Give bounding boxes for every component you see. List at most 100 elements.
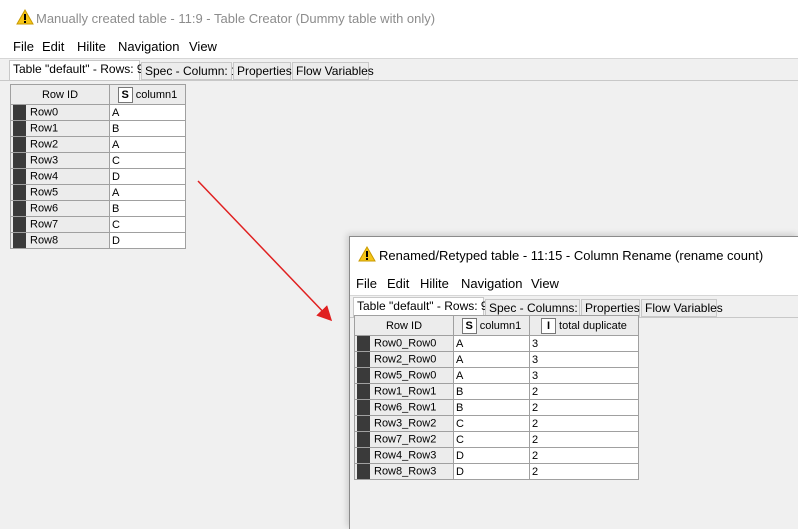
- menu-bar: File Edit Hilite Navigation View: [0, 36, 798, 59]
- table-row[interactable]: Row2 A: [10, 136, 186, 153]
- tab-table[interactable]: Table "default" - Rows: 9: [9, 60, 144, 81]
- row-marker: [357, 352, 370, 367]
- table-cell[interactable]: C: [453, 415, 530, 432]
- row-id-label: Row7_Row2: [374, 433, 437, 446]
- table-row[interactable]: Row4_Row3 D 2: [354, 447, 639, 464]
- row-id-cell[interactable]: Row0: [10, 104, 110, 121]
- table-cell[interactable]: A: [109, 184, 186, 201]
- row-id-cell[interactable]: Row3_Row2: [354, 415, 454, 432]
- table-cell[interactable]: 2: [529, 399, 639, 416]
- table-cell[interactable]: A: [453, 335, 530, 352]
- table-cell[interactable]: C: [109, 216, 186, 233]
- header-label: column1: [479, 319, 522, 332]
- table-cell[interactable]: 2: [529, 383, 639, 400]
- row-id-cell[interactable]: Row4: [10, 168, 110, 185]
- table-cell[interactable]: D: [453, 447, 530, 464]
- table-row[interactable]: Row8_Row3 D 2: [354, 463, 639, 480]
- column-rename-window: Renamed/Retyped table - 11:15 - Column R…: [349, 236, 798, 529]
- row-id-cell[interactable]: Row8_Row3: [354, 463, 454, 480]
- row-id-cell[interactable]: Row0_Row0: [354, 335, 454, 352]
- table-cell[interactable]: B: [453, 383, 530, 400]
- row-id-label: Row2_Row0: [374, 353, 437, 366]
- table-cell[interactable]: 2: [529, 463, 639, 480]
- row-marker: [357, 448, 370, 463]
- table-cell[interactable]: C: [109, 152, 186, 169]
- table-cell[interactable]: A: [453, 367, 530, 384]
- integer-type-icon: I: [541, 317, 557, 334]
- table-row[interactable]: Row0 A: [10, 104, 186, 121]
- table-cell[interactable]: A: [109, 104, 186, 121]
- tab-flow-variables[interactable]: Flow Variables: [292, 62, 374, 80]
- tab-spec[interactable]: Spec - Column: 1: [141, 62, 238, 80]
- table-cell[interactable]: B: [109, 120, 186, 137]
- row-id-cell[interactable]: Row1: [10, 120, 110, 137]
- menu-hilite[interactable]: Hilite: [420, 276, 449, 291]
- row-id-cell[interactable]: Row3: [10, 152, 110, 169]
- menu-navigation[interactable]: Navigation: [118, 39, 179, 54]
- menu-navigation[interactable]: Navigation: [461, 276, 522, 291]
- header-column1[interactable]: Scolumn1: [109, 84, 186, 105]
- row-id-cell[interactable]: Row7: [10, 216, 110, 233]
- table-row[interactable]: Row5 A: [10, 184, 186, 201]
- table-row[interactable]: Row8 D: [10, 232, 186, 249]
- row-id-label: Row5_Row0: [374, 369, 437, 382]
- table-cell[interactable]: A: [109, 136, 186, 153]
- row-id-cell[interactable]: Row2: [10, 136, 110, 153]
- table-cell[interactable]: 3: [529, 335, 639, 352]
- row-marker: [13, 105, 26, 120]
- data-table: Row ID Scolumn1 Row0 A Row1 B Row2 A Row3 C Row4…: [10, 84, 186, 249]
- table-row[interactable]: Row6 B: [10, 200, 186, 217]
- table-cell[interactable]: 2: [529, 447, 639, 464]
- table-row[interactable]: Row5_Row0 A 3: [354, 367, 639, 384]
- row-id-cell[interactable]: Row7_Row2: [354, 431, 454, 448]
- row-id-cell[interactable]: Row5_Row0: [354, 367, 454, 384]
- menu-view[interactable]: View: [531, 276, 559, 291]
- row-id-cell[interactable]: Row4_Row3: [354, 447, 454, 464]
- tab-flow-variables[interactable]: Flow Variables: [641, 299, 723, 317]
- table-row[interactable]: Row6_Row1 B 2: [354, 399, 639, 416]
- row-marker: [13, 121, 26, 136]
- table-row[interactable]: Row3_Row2 C 2: [354, 415, 639, 432]
- table-cell[interactable]: D: [109, 168, 186, 185]
- table-cell[interactable]: D: [453, 463, 530, 480]
- table-cell[interactable]: B: [453, 399, 530, 416]
- table-row[interactable]: Row0_Row0 A 3: [354, 335, 639, 352]
- menu-file[interactable]: File: [356, 276, 377, 291]
- header-column1[interactable]: Scolumn1: [453, 315, 530, 336]
- row-id-cell[interactable]: Row6: [10, 200, 110, 217]
- header-row-id[interactable]: Row ID: [10, 84, 110, 105]
- header-row-id[interactable]: Row ID: [354, 315, 454, 336]
- table-row[interactable]: Row7 C: [10, 216, 186, 233]
- table-row[interactable]: Row1 B: [10, 120, 186, 137]
- table-cell[interactable]: D: [109, 232, 186, 249]
- row-id-cell[interactable]: Row1_Row1: [354, 383, 454, 400]
- table-cell[interactable]: 2: [529, 415, 639, 432]
- row-id-cell[interactable]: Row8: [10, 232, 110, 249]
- table-row[interactable]: Row3 C: [10, 152, 186, 169]
- row-id-cell[interactable]: Row6_Row1: [354, 399, 454, 416]
- row-id-label: Row0_Row0: [374, 337, 437, 350]
- table-cell[interactable]: 3: [529, 351, 639, 368]
- row-id-cell[interactable]: Row5: [10, 184, 110, 201]
- menu-file[interactable]: File: [13, 39, 34, 54]
- table-row[interactable]: Row2_Row0 A 3: [354, 351, 639, 368]
- header-total-duplicate[interactable]: Itotal duplicate: [529, 315, 639, 336]
- table-cell[interactable]: C: [453, 431, 530, 448]
- table-row[interactable]: Row4 D: [10, 168, 186, 185]
- row-id-label: Row6_Row1: [374, 401, 437, 414]
- row-marker: [13, 201, 26, 216]
- menu-edit[interactable]: Edit: [42, 39, 64, 54]
- row-id-cell[interactable]: Row2_Row0: [354, 351, 454, 368]
- table-row[interactable]: Row1_Row1 B 2: [354, 383, 639, 400]
- window-title: Renamed/Retyped table - 11:15 - Column R…: [379, 248, 764, 263]
- tab-properties[interactable]: Properties: [233, 62, 292, 80]
- table-cell[interactable]: 3: [529, 367, 639, 384]
- menu-edit[interactable]: Edit: [387, 276, 409, 291]
- table-cell[interactable]: 2: [529, 431, 639, 448]
- table-cell[interactable]: B: [109, 200, 186, 217]
- table-row[interactable]: Row7_Row2 C 2: [354, 431, 639, 448]
- row-marker: [357, 464, 370, 479]
- menu-hilite[interactable]: Hilite: [77, 39, 106, 54]
- menu-view[interactable]: View: [189, 39, 217, 54]
- table-cell[interactable]: A: [453, 351, 530, 368]
